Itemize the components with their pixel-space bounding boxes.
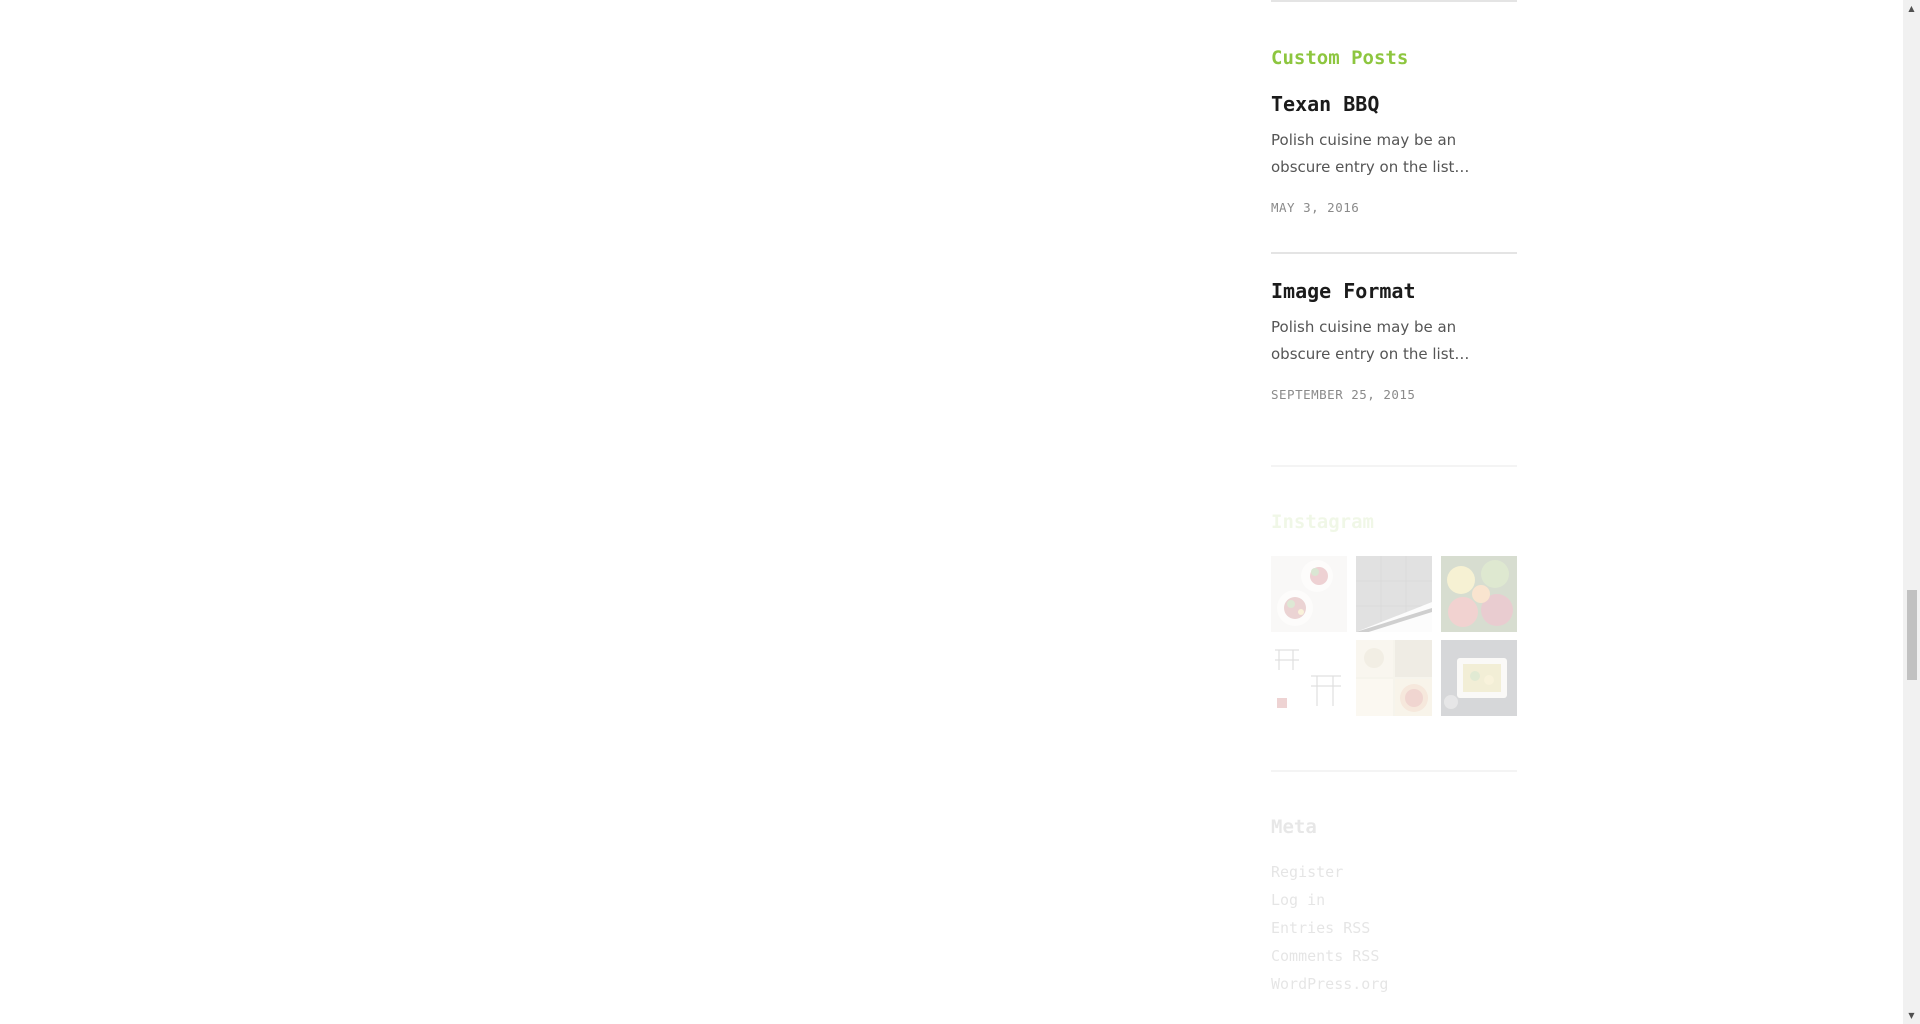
widget-divider <box>1271 770 1517 772</box>
post-item: Image Format Polish cuisine may be an ob… <box>1271 278 1517 402</box>
instagram-thumb-fruit-vegetables[interactable] <box>1441 556 1517 632</box>
instagram-title: Instagram <box>1271 511 1374 533</box>
meta-title: Meta <box>1271 816 1317 838</box>
vertical-scrollbar[interactable]: ▲ ▼ <box>1903 0 1920 1024</box>
post-date: MAY 3, 2016 <box>1271 200 1360 215</box>
top-divider <box>1271 0 1517 2</box>
meta-link-comments-rss[interactable]: Comments RSS <box>1271 942 1388 970</box>
arrow-up-icon[interactable]: ▲ <box>1903 0 1920 17</box>
post-excerpt: Polish cuisine may be an obscure entry o… <box>1271 131 1470 176</box>
post-date: SEPTEMBER 25, 2015 <box>1271 387 1416 402</box>
post-title[interactable]: Texan BBQ <box>1271 91 1517 117</box>
sidebar: Custom Posts Texan BBQ Polish cuisine ma… <box>1271 0 1517 993</box>
instagram-thumb-interior-sketch[interactable] <box>1271 640 1347 716</box>
post-excerpt: Polish cuisine may be an obscure entry o… <box>1271 318 1470 363</box>
instagram-thumb-kitchen-tiles[interactable] <box>1356 556 1432 632</box>
instagram-thumb-salad-bowls[interactable] <box>1271 556 1347 632</box>
meta-link-register[interactable]: Register <box>1271 858 1388 886</box>
scrollbar-thumb[interactable] <box>1907 590 1917 680</box>
instagram-thumb-food-tray[interactable] <box>1441 640 1517 716</box>
custom-posts-title: Custom Posts <box>1271 47 1409 69</box>
meta-link-wordpress-org[interactable]: WordPress.org <box>1271 970 1388 998</box>
arrow-down-icon[interactable]: ▼ <box>1903 1007 1920 1024</box>
meta-link-entries-rss[interactable]: Entries RSS <box>1271 914 1388 942</box>
post-divider <box>1271 252 1517 254</box>
post-item: Texan BBQ Polish cuisine may be an obscu… <box>1271 91 1517 215</box>
instagram-grid <box>1271 556 1517 716</box>
widget-divider <box>1271 465 1517 467</box>
meta-link-login[interactable]: Log in <box>1271 886 1388 914</box>
meta-links: Register Log in Entries RSS Comments RSS… <box>1271 858 1388 998</box>
instagram-thumb-pizza-collage[interactable] <box>1356 640 1432 716</box>
post-title[interactable]: Image Format <box>1271 278 1517 304</box>
